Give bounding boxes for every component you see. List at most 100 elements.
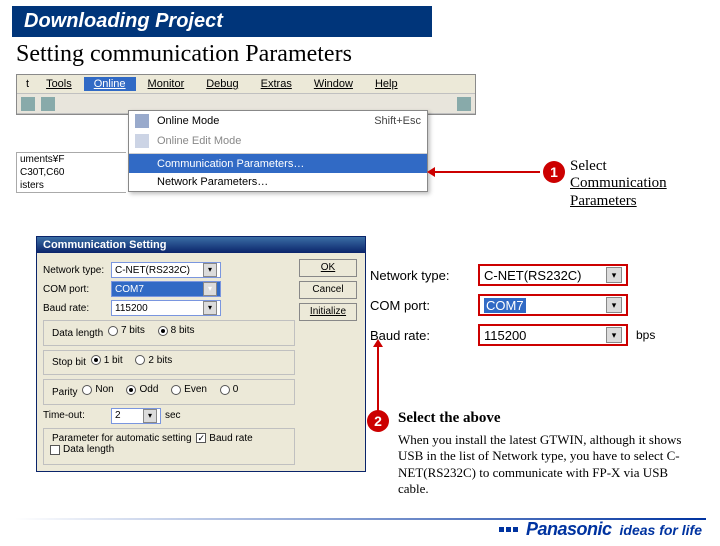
radio-7bits[interactable]: 7 bits — [108, 325, 145, 336]
label-baud-rate: Baud rate: — [43, 303, 107, 314]
menu-item[interactable]: Help — [365, 77, 408, 91]
menu-item[interactable]: Monitor — [138, 77, 195, 91]
detail-com-port-combo[interactable]: COM7 ▾ — [478, 294, 628, 316]
group-parity: Parity Non Odd Even 0 — [43, 379, 295, 405]
menu-item[interactable]: Window — [304, 77, 363, 91]
callout-1-link1: Communication — [570, 175, 667, 191]
menu-debug: Debug — [201, 77, 243, 91]
network-type-combo[interactable]: C-NET(RS232C) ▾ — [111, 262, 221, 278]
toolbar-icon[interactable] — [41, 97, 55, 111]
chevron-down-icon: ▾ — [203, 282, 217, 296]
button-label: Initialize — [310, 306, 346, 317]
baud-rate-combo[interactable]: 115200 ▾ — [111, 300, 221, 316]
group-title: Parity — [50, 387, 80, 398]
menu-item[interactable]: Debug — [196, 77, 248, 91]
unit-label: sec — [165, 410, 181, 421]
combo-value: C-NET(RS232C) — [484, 268, 582, 283]
menu-shortcut: Shift+Esc — [374, 115, 421, 127]
menu-comm-params[interactable]: Communication Parameters… — [129, 153, 427, 173]
dialog-fields: Network type: C-NET(RS232C)▾ COM port: C… — [43, 259, 295, 465]
radio-parity-0[interactable]: 0 — [220, 384, 239, 395]
brand-logo: Panasonic — [526, 519, 612, 540]
detail-baud-rate-combo[interactable]: 115200 ▾ — [478, 324, 628, 346]
com-port-combo[interactable]: COM7 ▾ — [111, 281, 221, 297]
check-auto-baud[interactable]: ✓Baud rate — [196, 433, 252, 444]
tree-line: C30T,C60 — [17, 166, 126, 179]
chevron-down-icon: ▾ — [606, 297, 622, 313]
chevron-down-icon: ▾ — [203, 301, 217, 315]
chevron-down-icon: ▾ — [606, 327, 622, 343]
combo-value: C-NET(RS232C) — [115, 265, 190, 276]
detail-label-baud-rate: Baud rate: — [370, 328, 470, 343]
chevron-down-icon: ▾ — [143, 409, 157, 423]
app-menubar-screenshot: t Tools Online Monitor Debug Extras Wind… — [16, 74, 476, 115]
detail-label-network-type: Network type: — [370, 268, 470, 283]
chevron-down-icon: ▾ — [203, 263, 217, 277]
radio-label: Non — [95, 384, 113, 395]
radio-label: 2 bits — [148, 355, 172, 366]
print-icon[interactable] — [21, 97, 35, 111]
online-edit-icon — [135, 134, 149, 148]
group-title: Data length — [50, 328, 105, 339]
menu-monitor: Monitor — [143, 77, 190, 91]
radio-label: 0 — [233, 384, 239, 395]
menu-help: Help — [370, 77, 403, 91]
step-badge-1: 1 — [543, 161, 565, 183]
menu-window: Window — [309, 77, 358, 91]
radio-2bits[interactable]: 2 bits — [135, 355, 172, 366]
menu-label: Online Edit Mode — [157, 135, 241, 147]
combo-value: COM7 — [115, 284, 144, 295]
dialog-buttons: OK Cancel Initialize — [299, 259, 359, 465]
unit-bps: bps — [636, 328, 655, 342]
combo-value: COM7 — [484, 298, 526, 313]
detail-network-type-combo[interactable]: C-NET(RS232C) ▾ — [478, 264, 628, 286]
timeout-combo[interactable]: 2▾ — [111, 408, 161, 424]
menu-network-params[interactable]: Network Parameters… — [129, 173, 427, 191]
slide-title: Downloading Project — [12, 6, 432, 37]
footnote: When you install the latest GTWIN, altho… — [398, 432, 698, 497]
label-timeout: Time-out: — [43, 410, 107, 421]
online-menu-dropdown: Online Mode Shift+Esc Online Edit Mode C… — [128, 110, 428, 192]
menu-item[interactable]: t — [21, 77, 34, 91]
check-label: Baud rate — [209, 433, 252, 444]
chevron-down-icon: ▾ — [606, 267, 622, 283]
radio-parity-even[interactable]: Even — [171, 384, 207, 395]
step-badge-2: 2 — [367, 410, 389, 432]
group-auto: Parameter for automatic setting ✓Baud ra… — [43, 428, 295, 465]
radio-8bits[interactable]: 8 bits — [158, 325, 195, 336]
group-data-length: Data length 7 bits 8 bits — [43, 320, 295, 346]
radio-label: 8 bits — [171, 325, 195, 336]
tree-line: isters — [17, 179, 126, 192]
detail-fields: Network type: C-NET(RS232C)▾ COM port: C… — [370, 256, 690, 354]
tree-line: uments¥F — [17, 153, 126, 166]
check-auto-datalength[interactable]: Data length — [50, 444, 114, 455]
radio-parity-odd[interactable]: Odd — [126, 384, 158, 395]
arrow-to-comm-params — [430, 171, 540, 173]
callout-2: Select the above — [398, 410, 500, 427]
radio-label: 1 bit — [104, 355, 123, 366]
menu-extras: Extras — [256, 77, 297, 91]
menu-online-mode[interactable]: Online Mode Shift+Esc — [129, 111, 427, 131]
button-label: OK — [321, 262, 335, 273]
brand-tagline: ideas for life — [620, 522, 702, 538]
menu-item[interactable]: Extras — [251, 77, 302, 91]
initialize-button[interactable]: Initialize — [299, 303, 357, 321]
check-label: Data length — [63, 444, 114, 455]
group-title: Stop bit — [50, 357, 88, 368]
label-network-type: Network type: — [43, 265, 107, 276]
menu-item[interactable]: Tools — [36, 77, 82, 91]
radio-parity-non[interactable]: Non — [82, 384, 113, 395]
combo-value: 115200 — [484, 328, 526, 343]
dialog-title: Communication Setting — [37, 237, 365, 253]
callout-1-link2: Parameters — [570, 193, 637, 209]
toolbar-icon[interactable] — [457, 97, 471, 111]
menu-label: Online Mode — [157, 115, 219, 127]
callout-1: Select Communication Parameters — [570, 158, 667, 210]
ok-button[interactable]: OK — [299, 259, 357, 277]
radio-1bit[interactable]: 1 bit — [91, 355, 123, 366]
menu-tools[interactable]: Tools — [41, 77, 77, 91]
menu-online-label: Online — [89, 77, 131, 91]
cancel-button[interactable]: Cancel — [299, 281, 357, 299]
combo-value: 115200 — [115, 303, 148, 314]
menu-online[interactable]: Online — [84, 77, 136, 91]
